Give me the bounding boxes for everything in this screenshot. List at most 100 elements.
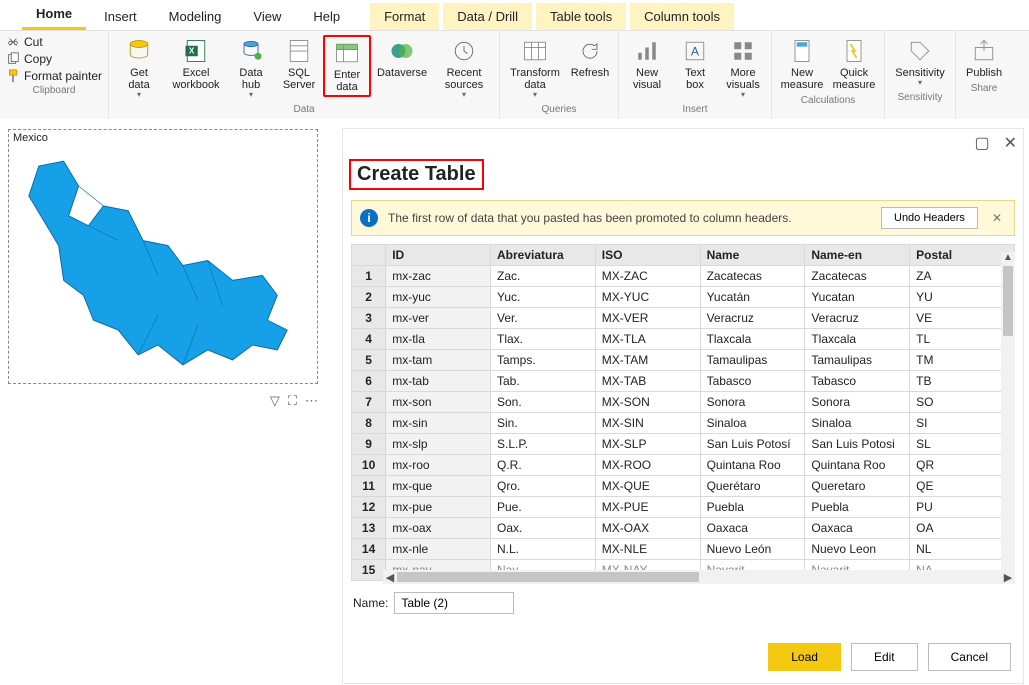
cell[interactable]: SO: [910, 392, 1015, 413]
cell[interactable]: Zacatecas: [805, 266, 910, 287]
cell[interactable]: mx-oax: [386, 518, 491, 539]
cell[interactable]: Sinaloa: [700, 413, 805, 434]
table-row[interactable]: 13mx-oaxOax.MX-OAXOaxacaOaxacaOA: [352, 518, 1015, 539]
cell[interactable]: Yucatán: [700, 287, 805, 308]
filter-icon[interactable]: ▽: [270, 393, 280, 409]
tab-home[interactable]: Home: [22, 0, 86, 30]
dataverse-button[interactable]: Dataverse: [371, 35, 433, 81]
cell[interactable]: MX-SIN: [595, 413, 700, 434]
row-number[interactable]: 6: [352, 371, 386, 392]
close-icon[interactable]: ✕: [1004, 133, 1017, 153]
cell[interactable]: Sonora: [805, 392, 910, 413]
cell[interactable]: MX-ROO: [595, 455, 700, 476]
cell[interactable]: Tamps.: [491, 350, 596, 371]
cell[interactable]: Sinaloa: [805, 413, 910, 434]
table-row[interactable]: 12mx-puePue.MX-PUEPueblaPueblaPU: [352, 497, 1015, 518]
load-button[interactable]: Load: [768, 643, 841, 671]
cell[interactable]: mx-que: [386, 476, 491, 497]
table-name-input[interactable]: [394, 592, 514, 614]
cell[interactable]: Quintana Roo: [805, 455, 910, 476]
cell[interactable]: Tlaxcala: [700, 329, 805, 350]
cell[interactable]: SL: [910, 434, 1015, 455]
cell[interactable]: N.L.: [491, 539, 596, 560]
enter-data-button[interactable]: Enter data: [323, 35, 371, 97]
table-row[interactable]: 2mx-yucYuc.MX-YUCYucatánYucatanYU: [352, 287, 1015, 308]
col-name[interactable]: Name: [700, 245, 805, 266]
cell[interactable]: Tlaxcala: [805, 329, 910, 350]
new-visual-button[interactable]: New visual: [623, 35, 671, 93]
recent-sources-button[interactable]: Recent sources ▾: [433, 35, 495, 102]
table-row[interactable]: 4mx-tlaTlax.MX-TLATlaxcalaTlaxcalaTL: [352, 329, 1015, 350]
cell[interactable]: mx-pue: [386, 497, 491, 518]
table-row[interactable]: 10mx-rooQ.R.MX-ROOQuintana RooQuintana R…: [352, 455, 1015, 476]
notice-close-icon[interactable]: ✕: [988, 211, 1006, 225]
table-row[interactable]: 11mx-queQro.MX-QUEQuerétaroQueretaroQE: [352, 476, 1015, 497]
cell[interactable]: mx-tab: [386, 371, 491, 392]
col-iso[interactable]: ISO: [595, 245, 700, 266]
hscroll-thumb[interactable]: [397, 572, 699, 582]
table-row[interactable]: 3mx-verVer.MX-VERVeracruzVeracruzVE: [352, 308, 1015, 329]
scroll-up-icon[interactable]: ▲: [1001, 252, 1015, 266]
transform-data-button[interactable]: Transform data ▾: [504, 35, 566, 102]
cell[interactable]: MX-TAM: [595, 350, 700, 371]
sensitivity-button[interactable]: Sensitivity ▾: [889, 35, 951, 90]
cell[interactable]: Tabasco: [700, 371, 805, 392]
cell[interactable]: Nuevo Leon: [805, 539, 910, 560]
cell[interactable]: NL: [910, 539, 1015, 560]
more-visuals-button[interactable]: More visuals ▾: [719, 35, 767, 102]
cell[interactable]: Tabasco: [805, 371, 910, 392]
data-hub-button[interactable]: Data hub ▾: [227, 35, 275, 102]
excel-workbook-button[interactable]: X Excel workbook: [165, 35, 227, 93]
refresh-button[interactable]: Refresh: [566, 35, 614, 81]
tab-column-tools[interactable]: Column tools: [630, 3, 734, 30]
cell[interactable]: mx-tla: [386, 329, 491, 350]
scroll-left-icon[interactable]: ◀: [383, 571, 397, 584]
restore-icon[interactable]: ▢: [974, 133, 989, 153]
row-number[interactable]: 2: [352, 287, 386, 308]
col-id[interactable]: ID: [386, 245, 491, 266]
row-number[interactable]: 14: [352, 539, 386, 560]
cell[interactable]: Puebla: [700, 497, 805, 518]
cell[interactable]: Querétaro: [700, 476, 805, 497]
cancel-button[interactable]: Cancel: [928, 643, 1011, 671]
table-row[interactable]: 7mx-sonSon.MX-SONSonoraSonoraSO: [352, 392, 1015, 413]
cell[interactable]: mx-tam: [386, 350, 491, 371]
cell[interactable]: S.L.P.: [491, 434, 596, 455]
horizontal-scrollbar[interactable]: ◀ ▶: [383, 570, 1015, 584]
row-number[interactable]: 11: [352, 476, 386, 497]
cell[interactable]: mx-roo: [386, 455, 491, 476]
cell[interactable]: Tlax.: [491, 329, 596, 350]
tab-help[interactable]: Help: [299, 3, 354, 30]
cell[interactable]: MX-TAB: [595, 371, 700, 392]
cell[interactable]: VE: [910, 308, 1015, 329]
table-row[interactable]: 8mx-sinSin.MX-SINSinaloaSinaloaSI: [352, 413, 1015, 434]
cut-button[interactable]: Cut: [6, 35, 102, 49]
cell[interactable]: QR: [910, 455, 1015, 476]
cell[interactable]: MX-TLA: [595, 329, 700, 350]
cell[interactable]: SI: [910, 413, 1015, 434]
focus-icon[interactable]: ⛶: [288, 393, 297, 409]
cell[interactable]: Tab.: [491, 371, 596, 392]
cell[interactable]: Yuc.: [491, 287, 596, 308]
cell[interactable]: Oaxaca: [805, 518, 910, 539]
row-number[interactable]: 3: [352, 308, 386, 329]
cell[interactable]: mx-slp: [386, 434, 491, 455]
cell[interactable]: Qro.: [491, 476, 596, 497]
cell[interactable]: OA: [910, 518, 1015, 539]
cell[interactable]: Queretaro: [805, 476, 910, 497]
col-abrev[interactable]: Abreviatura: [491, 245, 596, 266]
cell[interactable]: QE: [910, 476, 1015, 497]
tab-format[interactable]: Format: [370, 3, 439, 30]
cell[interactable]: MX-ZAC: [595, 266, 700, 287]
col-nameen[interactable]: Name-en: [805, 245, 910, 266]
row-number[interactable]: 15: [352, 560, 386, 581]
row-number[interactable]: 13: [352, 518, 386, 539]
table-row[interactable]: 5mx-tamTamps.MX-TAMTamaulipasTamaulipasT…: [352, 350, 1015, 371]
cell[interactable]: Sin.: [491, 413, 596, 434]
cell[interactable]: MX-OAX: [595, 518, 700, 539]
cell[interactable]: mx-nle: [386, 539, 491, 560]
cell[interactable]: ZA: [910, 266, 1015, 287]
cell[interactable]: mx-ver: [386, 308, 491, 329]
cell[interactable]: Sonora: [700, 392, 805, 413]
vertical-scrollbar[interactable]: ▲ ▼: [1001, 266, 1015, 570]
